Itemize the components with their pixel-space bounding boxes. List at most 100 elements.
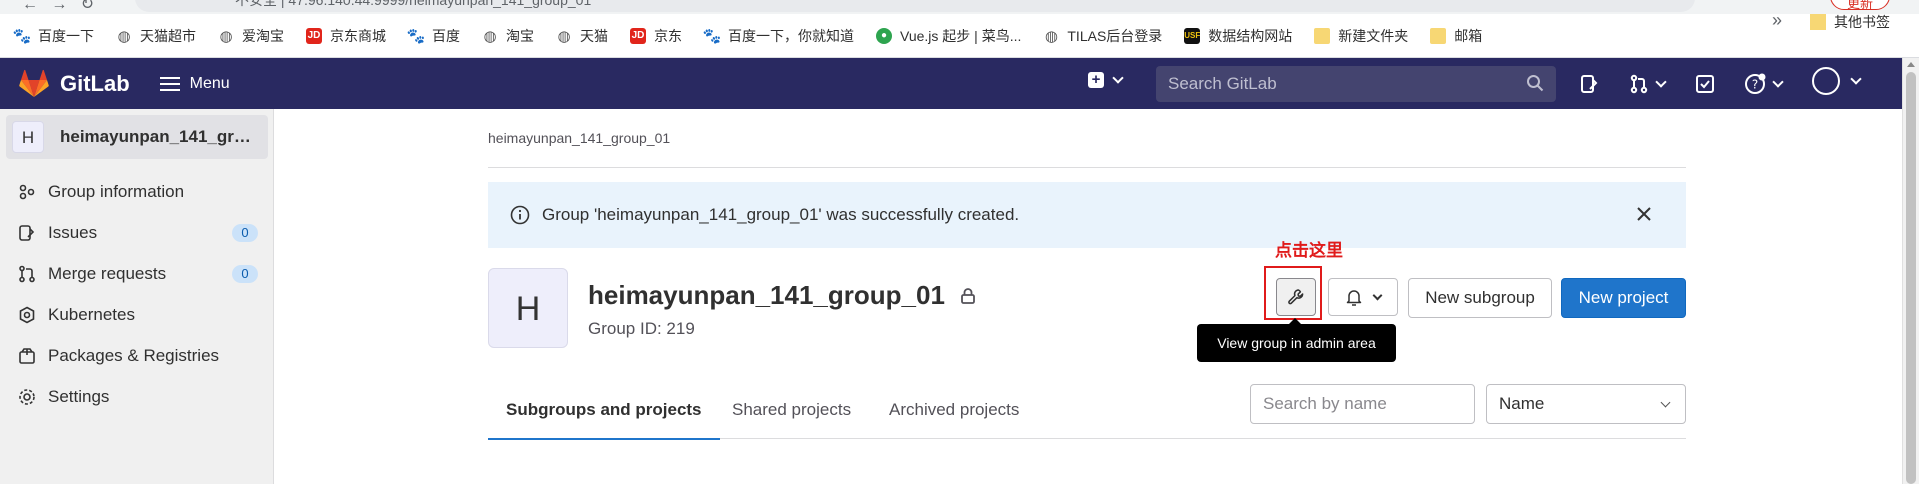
merge-request-icon xyxy=(19,265,35,283)
count-badge: 0 xyxy=(232,224,258,242)
page-scrollbar[interactable] xyxy=(1902,58,1919,484)
bookmarks-bar: 🐾 百度一下 ◍ 天猫超市 ◍ 爱淘宝 JD 京东商城 🐾 百度 ◍ 淘宝 ◍ 天猫 JD 京东… xyxy=(0,14,1919,58)
bookmark-item[interactable]: ◍ 淘宝 xyxy=(482,26,534,46)
group-id: Group ID: 219 xyxy=(588,319,695,338)
sidebar-item-group-information[interactable]: Group information xyxy=(18,180,258,204)
bookmark-item[interactable]: ◍ 天猫 xyxy=(556,26,608,46)
bookmark-item[interactable]: 🐾 百度 xyxy=(407,26,460,46)
sidebar-item-kubernetes[interactable]: Kubernetes xyxy=(18,303,258,327)
usf-icon: USF xyxy=(1184,27,1201,44)
todo-check-icon xyxy=(1696,75,1714,93)
bookmark-item[interactable]: ◍ 天猫超市 xyxy=(116,26,196,46)
count-badge: 0 xyxy=(232,265,258,283)
search-icon xyxy=(1527,75,1544,92)
brand-name: GitLab xyxy=(60,70,130,96)
scroll-up-arrow-icon[interactable] xyxy=(1907,62,1915,67)
sidebar-item-settings[interactable]: Settings xyxy=(18,385,258,409)
tab-archived-projects[interactable]: Archived projects xyxy=(889,381,1019,439)
scrollbar-thumb[interactable] xyxy=(1906,72,1916,484)
issues-icon xyxy=(19,225,35,241)
search-input[interactable]: Search GitLab xyxy=(1156,66,1556,102)
folder-icon xyxy=(1430,27,1447,44)
browser-chrome: ← → ↻ 不安全 | 47.96.140.44:9999/heimayunpa… xyxy=(0,0,1919,14)
info-icon xyxy=(510,205,530,225)
bookmark-item[interactable]: USF 数据结构网站 xyxy=(1184,26,1292,46)
bookmark-item[interactable]: ● Vue.js 起步 | 菜鸟... xyxy=(876,26,1021,46)
sidebar-item-packages-registries[interactable]: Packages & Registries xyxy=(18,344,258,368)
wrench-icon xyxy=(1288,289,1304,305)
new-subgroup-button[interactable]: New subgroup xyxy=(1408,278,1552,318)
other-bookmarks-folder[interactable]: 其他书签 xyxy=(1810,12,1890,32)
bookmarks-overflow-button[interactable]: » xyxy=(1772,10,1782,31)
hamburger-icon xyxy=(159,76,180,91)
group-title-text: heimayunpan_141_group_01 xyxy=(588,280,945,310)
sidebar-item-label: Group information xyxy=(48,182,185,201)
menu-label: Menu xyxy=(189,74,230,92)
admin-area-button[interactable] xyxy=(1276,278,1316,316)
folder-icon xyxy=(1314,27,1331,44)
tanuki-icon xyxy=(19,69,49,97)
notification-settings-button[interactable] xyxy=(1328,278,1398,316)
tab-shared-projects[interactable]: Shared projects xyxy=(732,381,851,439)
new-dropdown-button[interactable]: + xyxy=(1088,72,1124,88)
sidebar-item-label: Merge requests xyxy=(48,264,167,283)
sort-selected-value: Name xyxy=(1499,394,1545,413)
todos-nav-button[interactable] xyxy=(1694,73,1716,95)
bookmark-item[interactable]: JD 京东 xyxy=(630,26,682,46)
bookmark-item[interactable]: ◍ 爱淘宝 xyxy=(218,26,284,46)
bookmark-item[interactable]: ◍ TILAS后台登录 xyxy=(1043,26,1162,46)
merge-requests-nav-button[interactable] xyxy=(1626,73,1668,95)
header-divider xyxy=(488,167,1686,168)
group-info-icon xyxy=(19,184,35,200)
tab-subgroups-and-projects[interactable]: Subgroups and projects xyxy=(488,381,720,440)
bookmark-item[interactable]: JD 京东商城 xyxy=(306,26,386,46)
browser-nav-icons[interactable]: ← → ↻ xyxy=(22,0,94,14)
breadcrumb[interactable]: heimayunpan_141_group_01 xyxy=(488,130,670,146)
bell-icon xyxy=(1346,290,1361,306)
help-icon: ? xyxy=(1745,73,1766,94)
menu-button[interactable]: Menu xyxy=(159,74,230,93)
chevron-down-icon xyxy=(1660,397,1671,408)
group-name: heimayunpan_141_grou... xyxy=(60,127,256,146)
gitlab-logo[interactable]: GitLab xyxy=(18,68,130,100)
plus-square-icon: + xyxy=(1088,72,1104,88)
merge-request-icon xyxy=(1630,74,1648,94)
address-bar[interactable]: 不安全 | 47.96.140.44:9999/heimayunpan_141_… xyxy=(135,0,1695,12)
new-project-button[interactable]: New project xyxy=(1561,278,1686,318)
sort-select[interactable]: Name xyxy=(1486,384,1686,424)
sidebar-group-context[interactable]: H heimayunpan_141_grou... xyxy=(6,115,268,159)
bookmark-folder[interactable]: 新建文件夹 xyxy=(1314,26,1408,46)
bookmark-item[interactable]: 🐾 百度一下，你就知道 xyxy=(702,26,854,46)
bookmark-item[interactable]: 🐾 百度一下 xyxy=(13,26,94,46)
search-by-name-input[interactable]: Search by name xyxy=(1250,384,1475,424)
tooltip: View group in admin area xyxy=(1197,318,1396,362)
browser-update-button[interactable]: 更新 xyxy=(1830,0,1890,11)
help-nav-button[interactable]: ? xyxy=(1742,73,1784,95)
sidebar-item-issues[interactable]: Issues 0 xyxy=(18,221,258,245)
chevron-down-icon xyxy=(1112,72,1124,84)
settings-icon xyxy=(19,389,35,405)
chevron-down-icon xyxy=(1655,76,1667,88)
avatar xyxy=(1812,67,1840,95)
user-menu-button[interactable] xyxy=(1812,67,1862,95)
sidebar-item-label: Issues xyxy=(48,223,98,242)
issues-nav-button[interactable] xyxy=(1578,73,1600,95)
annotation-label: 点击这里 xyxy=(1275,241,1343,261)
globe-icon: ◍ xyxy=(557,27,571,45)
chevron-down-icon xyxy=(1850,73,1862,85)
svg-text:?: ? xyxy=(1752,78,1758,92)
globe-icon: ◍ xyxy=(483,27,497,45)
baidu-icon: 🐾 xyxy=(702,27,722,45)
bookmark-folder[interactable]: 邮箱 xyxy=(1430,26,1482,46)
sidebar-item-merge-requests[interactable]: Merge requests 0 xyxy=(18,262,258,286)
group-avatar-large: H xyxy=(488,268,568,348)
sidebar-item-label: Packages & Registries xyxy=(48,346,220,365)
lock-icon xyxy=(961,287,975,304)
close-icon[interactable] xyxy=(1634,204,1654,224)
search-placeholder: Search GitLab xyxy=(1168,74,1277,93)
gitlab-top-nav: GitLab Menu + Search GitLab ? xyxy=(0,58,1902,109)
chevron-down-icon xyxy=(1772,76,1784,88)
success-alert: Group 'heimayunpan_141_group_01' was suc… xyxy=(488,182,1686,248)
globe-icon: ◍ xyxy=(1044,27,1058,45)
chevron-down-icon xyxy=(1372,290,1382,300)
